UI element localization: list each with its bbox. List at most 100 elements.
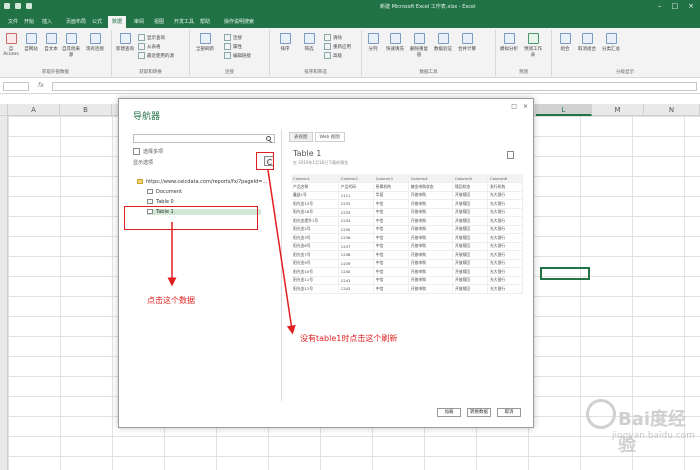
from-text-button[interactable]: 自文本 [42, 33, 60, 52]
reapply-button[interactable]: 重新应用 [324, 43, 351, 50]
close-icon[interactable]: × [523, 103, 528, 110]
quick-access-toolbar[interactable] [4, 3, 32, 9]
group-get-transform: 新建查询 显示查询 从表格 最近使用的源 获取和转换 [112, 30, 190, 76]
remove-duplicates-button[interactable]: 删除重复值 [410, 33, 428, 58]
column-header-a[interactable]: A [8, 104, 60, 116]
consolidate-button[interactable]: 合并计算 [458, 33, 476, 52]
redo-icon[interactable] [26, 3, 32, 9]
tree-root[interactable]: https://www.ceicdata.com/reports/fx/?pag… [137, 179, 267, 185]
active-cell[interactable] [540, 267, 590, 280]
table-cell: 开放申购 [408, 267, 454, 277]
subtotal-button[interactable]: 分类汇总 [602, 33, 620, 52]
column-header-b[interactable]: B [60, 104, 112, 116]
properties-button[interactable]: 属性 [224, 43, 242, 50]
ungroup-button[interactable]: 取消组合 [578, 33, 596, 52]
edit-links-button[interactable]: 编辑链接 [224, 52, 251, 59]
access-icon [5, 33, 17, 44]
maximize-icon[interactable]: □ [672, 2, 679, 10]
column-header-l[interactable]: L [536, 104, 592, 116]
preview-note: 在 2019年1月16日下载的预览 [293, 160, 349, 165]
table-cell: 中信 [373, 242, 409, 251]
filter-button[interactable]: 筛选 [300, 33, 318, 52]
highlight-refresh [256, 152, 274, 170]
row-headers[interactable] [0, 116, 8, 470]
save-icon[interactable] [4, 3, 10, 9]
refresh-icon [199, 33, 211, 44]
column-header-cell[interactable]: Column1 [291, 174, 339, 183]
select-all-corner[interactable] [0, 104, 8, 116]
tab-home[interactable]: 开始 [20, 16, 38, 28]
export-icon[interactable] [507, 151, 514, 159]
tab-review[interactable]: 审阅 [130, 16, 148, 28]
connections-button[interactable]: 连接 [224, 34, 242, 41]
recent-sources-button[interactable]: 最近使用的源 [138, 52, 174, 59]
table-cell: 鑫益1号 [291, 191, 339, 200]
column-header-cell[interactable]: Column4 [408, 174, 454, 183]
select-multiple-checkbox[interactable]: 选择多项 [133, 148, 163, 155]
dialog-title: 导航器 [133, 112, 161, 122]
column-header-m[interactable]: M [592, 104, 644, 116]
text-to-columns-button[interactable]: 分列 [364, 33, 382, 52]
clear-filter-button[interactable]: 清除 [324, 34, 342, 41]
flash-fill-button[interactable]: 快速填充 [386, 33, 404, 52]
data-validation-button[interactable]: 数据验证 [434, 33, 452, 52]
navigator-dialog: 导航器 □ × 选择多项 显示选项 https://www.ceicdata.c… [118, 98, 534, 428]
group-get-external-data: 自 Access 自网站 自文本 自其他来源 现有连接 获取外部数据 [0, 30, 112, 76]
tab-view[interactable]: 视图 [150, 16, 168, 28]
table-cell: 光大银行 [487, 267, 524, 277]
tab-insert[interactable]: 插入 [38, 16, 56, 28]
from-table-button[interactable]: 从表格 [138, 43, 161, 50]
close-icon[interactable]: × [688, 2, 694, 10]
tab-table-view[interactable]: 表视图 [289, 132, 313, 142]
tell-me-search[interactable]: 操作说明搜索 [220, 16, 258, 28]
cancel-button[interactable]: 取消 [497, 408, 521, 417]
show-queries-button[interactable]: 显示查询 [138, 34, 165, 41]
tab-formulas[interactable]: 公式 [88, 16, 106, 28]
sort-button[interactable]: 排序 [276, 33, 294, 52]
from-other-sources-button[interactable]: 自其他来源 [62, 33, 80, 58]
table-row: 阳光金18号 1233 中信 开放申购 开放赎回 光大银行 [291, 208, 524, 217]
forecast-sheet-button[interactable]: 预测工作表 [524, 33, 542, 58]
forecast-icon [527, 33, 539, 44]
table-cell: 1236 [338, 233, 374, 243]
transform-data-button[interactable]: 转换数据 [467, 408, 491, 417]
name-box[interactable] [3, 82, 29, 91]
tree-item-document[interactable]: Document [147, 189, 182, 195]
table-cell: 阳光金6号 [291, 242, 339, 251]
table-cell: 阳光金10号 [291, 267, 339, 277]
what-if-button[interactable]: 模拟分析 [500, 33, 518, 52]
document-icon [147, 189, 153, 194]
pane-divider[interactable] [281, 129, 282, 401]
tab-help[interactable]: 帮助 [196, 16, 214, 28]
tab-data[interactable]: 数据 [108, 16, 127, 28]
existing-connections-button[interactable]: 现有连接 [86, 33, 104, 52]
column-header-n[interactable]: N [644, 104, 700, 116]
maximize-icon[interactable]: □ [511, 103, 517, 110]
table-cell: 1237 [338, 242, 374, 251]
group-button[interactable]: 组合 [556, 33, 574, 52]
table-cell: 中信 [373, 233, 409, 243]
load-button[interactable]: 加载 [437, 408, 461, 417]
advanced-filter-button[interactable]: 高级 [324, 52, 342, 59]
formula-input[interactable] [52, 82, 697, 91]
undo-icon[interactable] [15, 3, 21, 9]
column-header-cell[interactable]: Column3 [373, 174, 409, 183]
search-input[interactable] [133, 134, 275, 143]
tree-item-table-0[interactable]: Table 0 [147, 199, 174, 205]
tab-developer[interactable]: 开发工具 [170, 16, 198, 28]
new-query-button[interactable]: 新建查询 [116, 33, 134, 52]
column-header-cell[interactable]: Column2 [338, 174, 374, 183]
column-header-cell[interactable]: Column6 [487, 174, 524, 183]
tab-web-view[interactable]: Web 视图 [314, 132, 345, 142]
show-options-dropdown[interactable]: 显示选项 [133, 159, 153, 166]
minimize-icon[interactable]: – [658, 2, 662, 10]
table-cell: 开放申购 [408, 276, 454, 285]
column-header-cell[interactable]: Column5 [452, 174, 488, 183]
function-icon[interactable]: fx [38, 82, 44, 89]
table-cell: 阳光金11号 [291, 276, 339, 285]
refresh-all-button[interactable]: 全部刷新 [196, 33, 214, 52]
from-access-button[interactable]: 自 Access [2, 33, 20, 57]
tab-page-layout[interactable]: 页面布局 [62, 16, 90, 28]
table-cell: 光大银行 [487, 216, 524, 226]
from-web-button[interactable]: 自网站 [22, 33, 40, 52]
